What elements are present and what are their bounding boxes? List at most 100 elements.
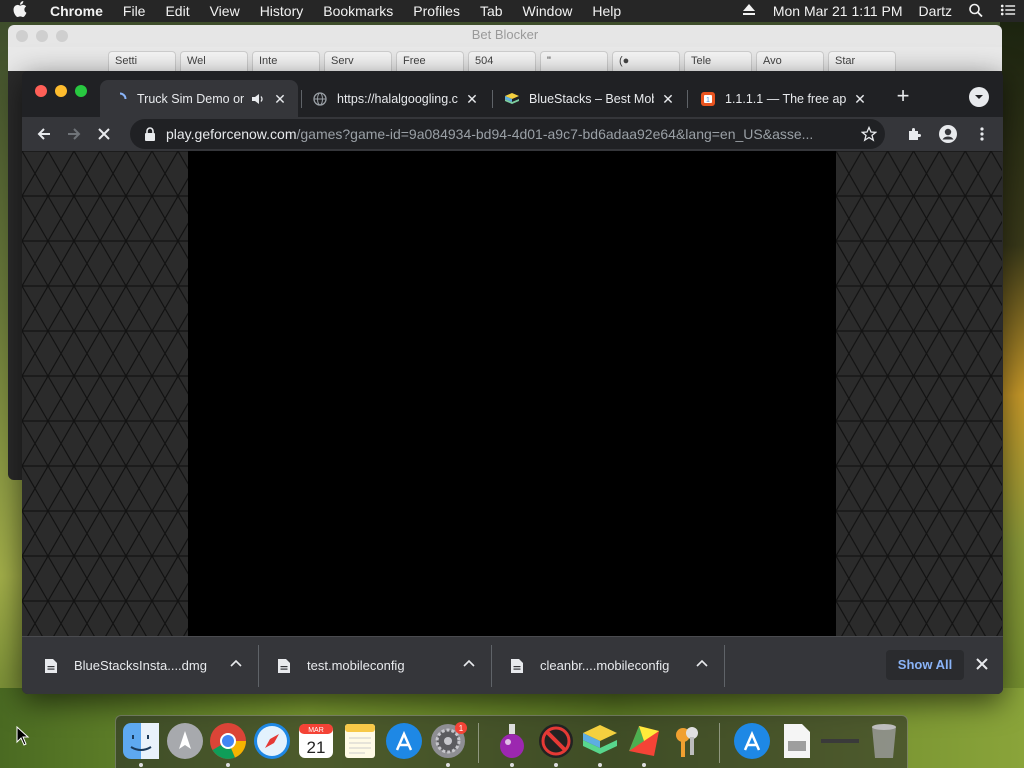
close-downloads-bar-icon[interactable] <box>975 657 989 671</box>
minimize-window-icon[interactable] <box>55 85 67 97</box>
calendar-day: 21 <box>307 738 326 757</box>
address-bar[interactable]: play.geforcenow.com/games?game-id=9a0849… <box>130 119 885 149</box>
bg-tab[interactable]: (● <box>612 51 680 71</box>
close-tab-icon[interactable]: ✕ <box>464 91 480 107</box>
potion-app-icon[interactable] <box>492 721 532 761</box>
calendar-icon[interactable]: MAR 21 <box>296 721 336 761</box>
bg-tab[interactable]: Setti <box>108 51 176 71</box>
bg-tab[interactable]: Inte <box>252 51 320 71</box>
speaker-icon[interactable] <box>250 91 266 107</box>
triangle-pattern-right <box>836 151 1002 636</box>
zoom-window-icon[interactable] <box>75 85 87 97</box>
page-content <box>22 151 1003 636</box>
bluestacks-icon <box>504 91 520 107</box>
download-item[interactable]: test.mobileconfig <box>259 645 491 687</box>
bg-tab[interactable]: 504 <box>468 51 536 71</box>
trash-icon[interactable] <box>864 721 904 761</box>
profile-avatar-icon[interactable] <box>933 120 963 148</box>
close-tab-icon[interactable]: ✕ <box>852 91 868 107</box>
apple-menu-icon[interactable] <box>0 1 40 21</box>
macos-menu-bar: Chrome File Edit View History Bookmarks … <box>0 0 1024 22</box>
document-icon[interactable] <box>776 721 816 761</box>
bg-tab[interactable]: Tele <box>684 51 752 71</box>
bg-tab[interactable]: Serv <box>324 51 392 71</box>
app-store-icon[interactable] <box>384 721 424 761</box>
background-window-title: Bet Blocker <box>471 27 539 42</box>
mouse-cursor-icon <box>16 726 30 746</box>
tab-bluestacks[interactable]: BlueStacks – Best Mob ✕ <box>492 80 686 117</box>
bg-tab[interactable]: Avo <box>756 51 824 71</box>
url-domain: play.geforcenow.com <box>166 126 297 142</box>
menu-clock[interactable]: Mon Mar 21 1:11 PM <box>765 3 911 19</box>
forward-button[interactable] <box>59 120 89 148</box>
tab-title: 1.1.1.1 — The free app <box>725 91 846 106</box>
tab-search-chevron-icon[interactable] <box>969 87 989 107</box>
new-tab-button[interactable]: + <box>891 85 915 109</box>
macos-dock: MAR 21 1 <box>115 715 908 768</box>
menu-edit[interactable]: Edit <box>155 0 199 22</box>
file-icon <box>278 658 290 673</box>
globe-icon <box>312 91 328 107</box>
show-all-downloads-button[interactable]: Show All <box>886 650 964 680</box>
spotlight-search-icon[interactable] <box>960 3 992 20</box>
menu-app-name[interactable]: Chrome <box>40 0 113 22</box>
tab-title: BlueStacks – Best Mob <box>529 91 654 106</box>
tab-halalgoogling[interactable]: https://halalgoogling.com ✕ <box>300 80 490 117</box>
menu-window[interactable]: Window <box>513 0 583 22</box>
extensions-puzzle-icon[interactable] <box>899 120 929 148</box>
browser-toolbar: play.geforcenow.com/games?game-id=9a0849… <box>22 117 1003 151</box>
lock-icon[interactable] <box>144 127 156 141</box>
running-indicator <box>510 763 514 767</box>
close-window-icon[interactable] <box>35 85 47 97</box>
bg-tab[interactable]: Wel <box>180 51 248 71</box>
menu-bookmarks[interactable]: Bookmarks <box>313 0 403 22</box>
download-filename: test.mobileconfig <box>307 658 405 673</box>
file-icon <box>511 658 523 673</box>
menu-history[interactable]: History <box>250 0 314 22</box>
game-stream-frame[interactable] <box>188 151 836 636</box>
safari-icon[interactable] <box>252 721 292 761</box>
menu-file[interactable]: File <box>113 0 156 22</box>
bookmark-star-icon[interactable] <box>860 125 878 145</box>
bluestacks-icon[interactable] <box>580 721 620 761</box>
running-indicator <box>446 763 450 767</box>
system-preferences-icon[interactable]: 1 <box>428 721 468 761</box>
running-indicator <box>642 763 646 767</box>
desktop-wallpaper-edge <box>1000 22 1024 768</box>
close-tab-icon[interactable]: ✕ <box>660 91 676 107</box>
bg-zoom-light-icon <box>56 30 68 42</box>
notes-icon[interactable] <box>340 721 380 761</box>
bg-tab[interactable]: Free <box>396 51 464 71</box>
stop-loading-button[interactable] <box>89 120 119 148</box>
bg-tab[interactable]: Star <box>828 51 896 71</box>
back-button[interactable] <box>29 120 59 148</box>
eject-icon[interactable] <box>733 3 765 20</box>
chevron-up-icon[interactable] <box>696 659 708 667</box>
app-store-downloads-icon[interactable] <box>732 721 772 761</box>
bluestacks-x-icon[interactable] <box>624 721 664 761</box>
chevron-up-icon[interactable] <box>230 659 242 667</box>
tab-cloudflare[interactable]: 1 1.1.1.1 — The free app ✕ <box>688 80 878 117</box>
tab-title: Truck Sim Demo on <box>137 91 244 106</box>
menu-tab[interactable]: Tab <box>470 0 513 22</box>
menu-user[interactable]: Dartz <box>911 3 960 19</box>
stop-app-icon[interactable] <box>536 721 576 761</box>
menu-view[interactable]: View <box>200 0 250 22</box>
menu-help[interactable]: Help <box>582 0 631 22</box>
chrome-menu-kebab-icon[interactable] <box>967 120 997 148</box>
launchpad-icon[interactable] <box>165 721 205 761</box>
chrome-icon[interactable] <box>208 721 248 761</box>
keychain-icon[interactable] <box>668 721 708 761</box>
bg-tab[interactable]: " <box>540 51 608 71</box>
chevron-up-icon[interactable] <box>463 659 475 667</box>
download-item[interactable]: cleanbr....mobileconfig <box>492 645 724 687</box>
menu-profiles[interactable]: Profiles <box>403 0 470 22</box>
tab-truck-sim[interactable]: Truck Sim Demo on ✕ <box>100 80 298 117</box>
download-item[interactable]: BlueStacksInsta....dmg <box>22 645 258 687</box>
close-tab-icon[interactable]: ✕ <box>272 91 288 107</box>
finder-icon[interactable] <box>121 721 161 761</box>
dock-separator <box>719 723 720 763</box>
minimized-window-icon[interactable] <box>820 721 860 761</box>
downloads-bar: BlueStacksInsta....dmg test.mobileconfig… <box>22 636 1003 694</box>
control-center-icon[interactable] <box>992 3 1024 20</box>
